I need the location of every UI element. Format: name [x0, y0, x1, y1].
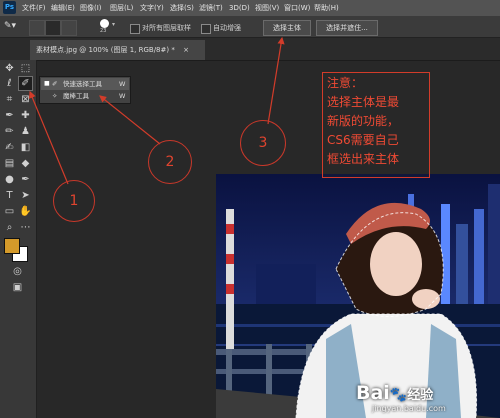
watermark-brand: Bai — [356, 382, 390, 404]
paw-icon: 🐾 — [389, 387, 408, 403]
marker-2: 2 — [148, 140, 192, 184]
marker-3: 3 — [240, 120, 286, 166]
baidu-watermark: Bai🐾经验 — [356, 382, 433, 404]
watermark-brand-cn: 经验 — [407, 388, 434, 403]
watermark-url: jingyan.baidu.com — [372, 404, 446, 413]
marker-1: 1 — [53, 180, 95, 222]
